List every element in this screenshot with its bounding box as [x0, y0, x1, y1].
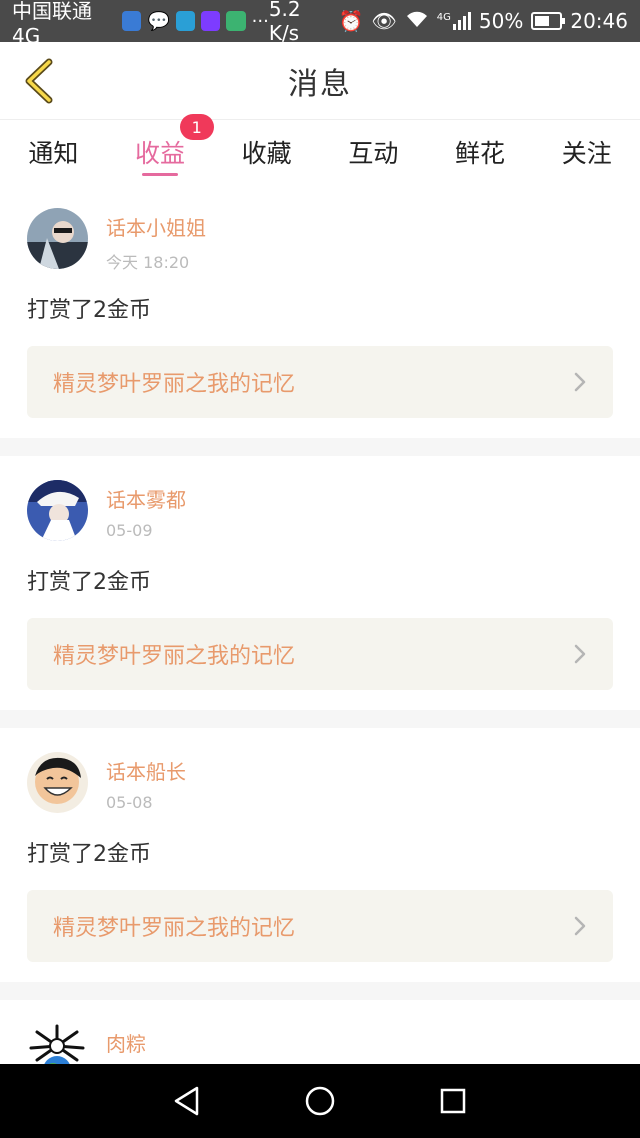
- nav-home-button[interactable]: [298, 1079, 342, 1123]
- signal-icon: 4G: [437, 12, 471, 30]
- message-card: 话本小姐姐 今天 18:20 打赏了2金币 精灵梦叶罗丽之我的记忆: [0, 184, 640, 438]
- tab-interactions[interactable]: 互动: [320, 120, 427, 184]
- book-title: 精灵梦叶罗丽之我的记忆: [53, 916, 296, 941]
- book-link[interactable]: 精灵梦叶罗丽之我的记忆: [27, 618, 613, 690]
- battery-percent: 50%: [478, 9, 524, 33]
- video-icon: [201, 11, 221, 31]
- chevron-right-icon: [574, 916, 586, 936]
- radio-icon: [175, 11, 196, 31]
- wifi-icon: [405, 9, 429, 33]
- chevron-right-icon: [574, 372, 586, 392]
- tab-label: 通知: [28, 139, 79, 168]
- tab-bar: 通知 收益 1 收藏 互动 鲜花 关注: [0, 114, 640, 184]
- message-card: 话本船长 05-08 打赏了2金币 精灵梦叶罗丽之我的记忆: [0, 728, 640, 982]
- nav-back-button[interactable]: [165, 1079, 209, 1123]
- chevron-right-icon: [574, 644, 586, 664]
- book-title: 精灵梦叶罗丽之我的记忆: [53, 372, 296, 397]
- unread-badge: 1: [179, 114, 214, 140]
- tab-flowers[interactable]: 鲜花: [427, 120, 534, 184]
- book-link[interactable]: 精灵梦叶罗丽之我的记忆: [27, 890, 613, 962]
- tab-following[interactable]: 关注: [533, 120, 640, 184]
- tab-notifications[interactable]: 通知: [0, 120, 107, 184]
- user-avatar[interactable]: [27, 1024, 88, 1064]
- tab-label: 互动: [348, 139, 399, 168]
- tab-favorites[interactable]: 收藏: [213, 120, 320, 184]
- message-text: 打赏了2金币: [27, 570, 151, 595]
- square-recents-icon: [441, 1088, 466, 1114]
- tab-label: 关注: [561, 139, 612, 168]
- message-card: 肉粽 05-07: [0, 1000, 640, 1064]
- post-time: 05-08: [106, 793, 153, 812]
- chat-icon: 💬: [147, 10, 170, 32]
- carrier-text: 中国联通4G: [12, 0, 92, 48]
- status-bar: 中国联通4G 💬 ··· 5.2 K/s ⏰ 👁 4G 50% 20:46: [0, 0, 640, 48]
- tab-label: 鲜花: [455, 139, 506, 168]
- alarm-icon: ⏰: [338, 9, 364, 33]
- active-tab-indicator: [142, 173, 178, 176]
- post-time: 今天 18:20: [106, 253, 190, 272]
- clock-time: 20:46: [570, 9, 628, 33]
- circle-home-icon: [305, 1086, 335, 1116]
- book-link[interactable]: 精灵梦叶罗丽之我的记忆: [27, 346, 613, 418]
- tab-label: 收益: [135, 139, 186, 168]
- speed-text: 5.2 K/s: [268, 0, 301, 45]
- app-header: 消息: [0, 42, 640, 120]
- system-nav-bar: [0, 1064, 640, 1138]
- message-feed[interactable]: 话本小姐姐 今天 18:20 打赏了2金币 精灵梦叶罗丽之我的记忆 话本雾都 0…: [0, 184, 640, 1064]
- back-button[interactable]: [10, 52, 66, 110]
- triangle-back-icon: [174, 1086, 198, 1116]
- page-title: 消息: [288, 66, 352, 102]
- message-card: 话本雾都 05-09 打赏了2金币 精灵梦叶罗丽之我的记忆: [0, 456, 640, 710]
- user-avatar[interactable]: [27, 752, 88, 813]
- user-name[interactable]: 话本雾都: [106, 484, 186, 513]
- more-dots: ···: [251, 10, 269, 32]
- eye-icon: 👁: [371, 9, 397, 33]
- tab-label: 收藏: [241, 139, 292, 168]
- user-avatar[interactable]: [27, 480, 88, 541]
- user-name[interactable]: 肉粽: [106, 1028, 153, 1057]
- user-name[interactable]: 话本小姐姐: [106, 212, 206, 241]
- post-time: 05-09: [106, 521, 153, 540]
- nav-recents-button[interactable]: [431, 1079, 475, 1123]
- message-text: 打赏了2金币: [27, 298, 151, 323]
- tab-earnings[interactable]: 收益 1: [107, 114, 214, 184]
- user-name[interactable]: 话本船长: [106, 756, 186, 785]
- app-icon: [226, 11, 246, 31]
- message-text: 打赏了2金币: [27, 842, 151, 867]
- book-title: 精灵梦叶罗丽之我的记忆: [53, 644, 296, 669]
- chevron-left-icon: [25, 58, 53, 104]
- shield-icon: [122, 11, 142, 31]
- battery-icon: [531, 12, 566, 30]
- user-avatar[interactable]: [27, 208, 88, 269]
